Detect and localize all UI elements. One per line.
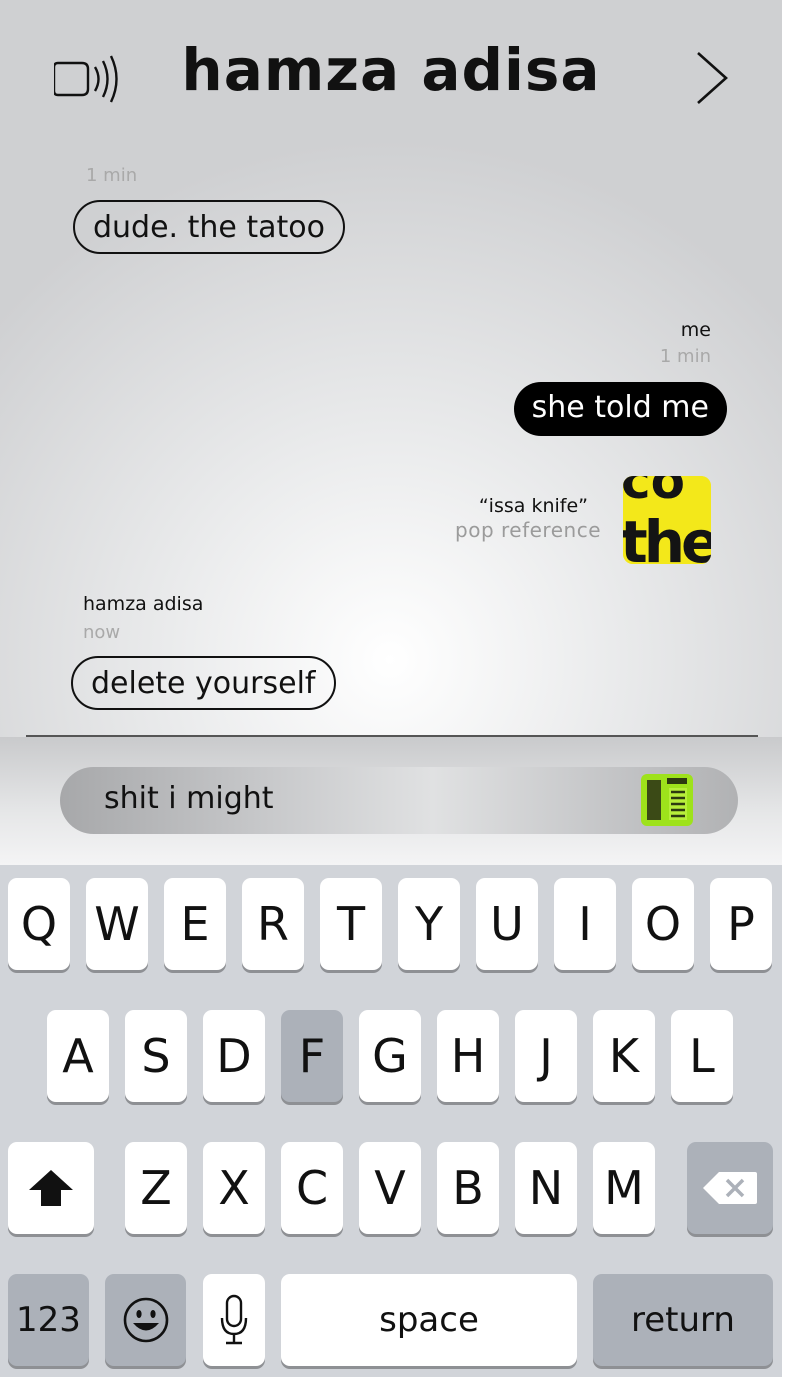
incoming-message-bubble[interactable]: delete yourself — [71, 656, 336, 710]
key-t[interactable]: T — [320, 878, 382, 970]
backspace-icon — [701, 1170, 759, 1206]
message-input-text[interactable]: shit i might — [104, 777, 274, 821]
key-x[interactable]: X — [203, 1142, 265, 1234]
return-key[interactable]: return — [593, 1274, 773, 1366]
incoming-message-bubble[interactable]: dude. the tatoo — [73, 200, 346, 254]
message-timestamp: 1 min — [659, 346, 711, 367]
key-r[interactable]: R — [242, 878, 304, 970]
space-key[interactable]: space — [281, 1274, 577, 1366]
reference-thumbnail[interactable]: co the — [623, 476, 711, 564]
key-f-pressed[interactable]: F — [281, 1010, 343, 1102]
message-timestamp: now — [83, 622, 121, 643]
emoji-key[interactable] — [105, 1274, 186, 1366]
shift-key[interactable] — [8, 1142, 94, 1234]
key-a[interactable]: A — [47, 1010, 109, 1102]
divider — [26, 735, 758, 737]
key-u[interactable]: U — [476, 878, 538, 970]
delete-key[interactable] — [687, 1142, 773, 1234]
microphone-icon — [219, 1294, 249, 1346]
shift-arrow-icon — [27, 1168, 75, 1208]
chevron-right-icon[interactable] — [694, 50, 730, 106]
key-m[interactable]: M — [593, 1142, 655, 1234]
key-q[interactable]: Q — [8, 878, 70, 970]
reference-subtitle: pop reference — [455, 518, 601, 542]
thumbnail-lettering: the — [623, 508, 711, 564]
key-g[interactable]: G — [359, 1010, 421, 1102]
message-sender: me — [680, 319, 711, 341]
key-p[interactable]: P — [710, 878, 772, 970]
key-h[interactable]: H — [437, 1010, 499, 1102]
reference-title: “issa knife” — [478, 495, 588, 517]
key-v[interactable]: V — [359, 1142, 421, 1234]
key-l[interactable]: L — [671, 1010, 733, 1102]
svg-text:co: co — [623, 476, 685, 510]
key-d[interactable]: D — [203, 1010, 265, 1102]
message-sender: hamza adisa — [83, 593, 204, 615]
conversation-title: hamza adisa — [181, 36, 601, 104]
sticker-icon[interactable] — [641, 774, 693, 826]
keyboard: Q W E R T Y U I O P A S D F G H J K L Z … — [0, 865, 782, 1377]
emoji-icon — [122, 1296, 170, 1344]
key-s[interactable]: S — [125, 1010, 187, 1102]
key-z[interactable]: Z — [125, 1142, 187, 1234]
key-n[interactable]: N — [515, 1142, 577, 1234]
key-w[interactable]: W — [86, 878, 148, 970]
message-timestamp: 1 min — [86, 165, 138, 186]
numbers-key[interactable]: 123 — [8, 1274, 89, 1366]
key-b[interactable]: B — [437, 1142, 499, 1234]
outgoing-message-bubble[interactable]: she told me — [513, 382, 727, 436]
key-e[interactable]: E — [164, 878, 226, 970]
key-o[interactable]: O — [632, 878, 694, 970]
key-j[interactable]: J — [515, 1010, 577, 1102]
chat-screen: hamza adisa 1 min dude. the tatoo me 1 m… — [0, 0, 782, 1377]
microphone-key[interactable] — [203, 1274, 265, 1366]
key-y[interactable]: Y — [398, 878, 460, 970]
key-i[interactable]: I — [554, 878, 616, 970]
right-edge-strip — [782, 0, 793, 1377]
key-c[interactable]: C — [281, 1142, 343, 1234]
key-k[interactable]: K — [593, 1010, 655, 1102]
